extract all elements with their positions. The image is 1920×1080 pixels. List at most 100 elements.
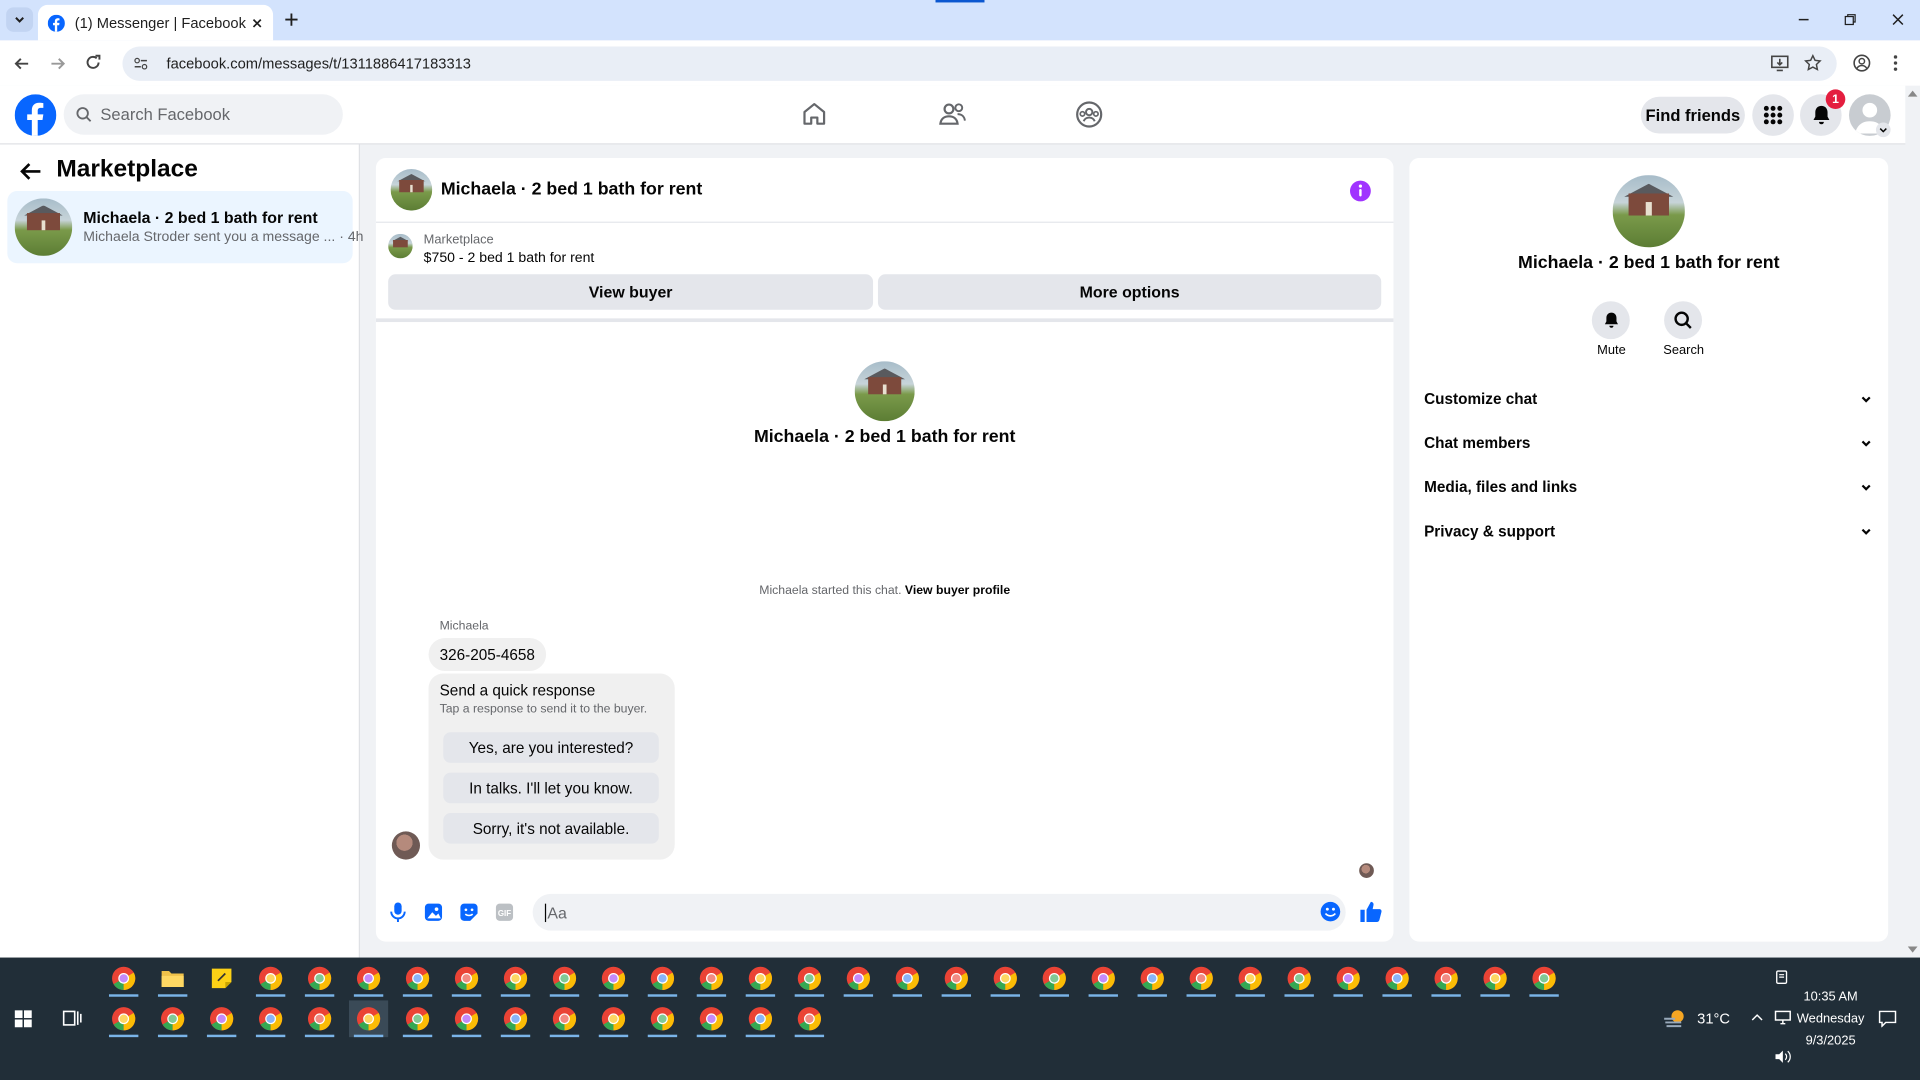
menu-button[interactable]	[1752, 94, 1794, 136]
quick-response-button[interactable]: Yes, are you interested?	[443, 732, 659, 763]
close-window-icon[interactable]	[1892, 13, 1904, 26]
account-dropdown[interactable]	[1875, 122, 1891, 138]
task-view-icon[interactable]	[62, 1009, 82, 1027]
taskbar-app-button[interactable]	[937, 960, 976, 997]
groups-icon[interactable]	[1075, 100, 1103, 128]
taskbar-app-button[interactable]	[496, 960, 535, 997]
taskbar-app-button[interactable]	[251, 1000, 290, 1038]
taskbar-app-button[interactable]	[790, 1000, 829, 1038]
taskbar-app-button[interactable]	[643, 960, 682, 997]
chat-title[interactable]: Michaela · 2 bed 1 bath for rent	[441, 180, 702, 200]
temperature[interactable]: 31°C	[1697, 1010, 1730, 1027]
back-icon[interactable]	[13, 55, 30, 72]
restore-icon[interactable]	[1844, 13, 1856, 26]
taskbar-app-button[interactable]	[986, 960, 1025, 997]
taskbar-app-button[interactable]	[1133, 960, 1172, 997]
taskbar-app-button[interactable]	[545, 960, 584, 997]
search-chat-button[interactable]	[1664, 301, 1703, 340]
clock-day[interactable]: Wednesday	[1795, 1011, 1866, 1026]
chat-members-section[interactable]: Chat members	[1424, 425, 1872, 462]
taskbar-app-button[interactable]	[1476, 960, 1515, 997]
bookmark-star-icon[interactable]	[1804, 53, 1822, 72]
url-field[interactable]: facebook.com/messages/t/1311886417183313	[122, 46, 1837, 81]
taskbar-app-button[interactable]	[447, 960, 486, 997]
conversation-item[interactable]: Michaela · 2 bed 1 bath for rent Michael…	[7, 191, 364, 264]
taskbar-app-button[interactable]	[251, 960, 290, 997]
taskbar-app-button[interactable]	[790, 960, 829, 997]
mute-button[interactable]	[1591, 301, 1630, 340]
taskbar-app-button[interactable]	[1524, 960, 1563, 997]
scroll-up-icon[interactable]	[1907, 89, 1918, 97]
taskbar-app-button[interactable]	[398, 960, 437, 997]
search-facebook-input[interactable]: Search Facebook	[63, 94, 343, 135]
taskbar-app-button[interactable]	[1378, 960, 1417, 997]
file-explorer-button[interactable]	[153, 960, 192, 997]
windows-start-icon[interactable]	[14, 1010, 32, 1028]
reload-icon[interactable]	[84, 54, 101, 71]
more-options-button[interactable]: More options	[877, 274, 1382, 310]
quick-response-button[interactable]: Sorry, it's not available.	[443, 813, 659, 844]
chat-header-avatar[interactable]	[390, 168, 433, 211]
privacy-support-section[interactable]: Privacy & support	[1424, 513, 1872, 550]
page-scrollbar[interactable]	[1905, 85, 1920, 958]
gif-icon[interactable]: GIF	[495, 902, 515, 922]
taskbar-app-button[interactable]	[594, 1000, 633, 1038]
taskbar-app-button[interactable]	[1231, 960, 1270, 997]
taskbar-app-button[interactable]	[692, 1000, 731, 1038]
media-files-links-section[interactable]: Media, files and links	[1424, 469, 1872, 506]
view-buyer-button[interactable]: View buyer	[388, 274, 874, 310]
friends-icon[interactable]	[938, 100, 967, 127]
taskbar-app-button[interactable]	[1084, 960, 1123, 997]
taskbar-app-button[interactable]	[496, 1000, 535, 1038]
sticker-icon[interactable]	[459, 902, 479, 922]
taskbar-app-button[interactable]	[398, 1000, 437, 1038]
taskbar-app-button[interactable]	[545, 1000, 584, 1038]
browser-tab-active[interactable]: (1) Messenger | Facebook	[37, 4, 274, 41]
taskbar-app-button[interactable]	[741, 960, 780, 997]
taskbar-app-button[interactable]	[888, 960, 927, 997]
tab-search-button[interactable]	[6, 7, 34, 32]
message-input[interactable]: Aa	[532, 893, 1346, 931]
taskbar-app-button[interactable]	[104, 1000, 143, 1038]
emoji-icon[interactable]	[1320, 901, 1341, 922]
taskbar-app-button[interactable]	[447, 1000, 486, 1038]
taskbar-app-button[interactable]	[348, 1000, 389, 1038]
site-info-icon[interactable]	[132, 55, 149, 72]
details-avatar[interactable]	[1612, 175, 1685, 248]
taskbar-app-button[interactable]	[692, 960, 731, 997]
listing-text[interactable]: $750 - 2 bed 1 bath for rent	[424, 251, 595, 266]
customize-chat-section[interactable]: Customize chat	[1424, 381, 1872, 418]
close-tab-icon[interactable]	[251, 17, 263, 29]
clock-date[interactable]: 9/3/2025	[1795, 1033, 1866, 1048]
tablet-mode-icon[interactable]	[1774, 970, 1789, 985]
taskbar-app-button[interactable]	[1329, 960, 1368, 997]
taskbar-app-button[interactable]	[104, 960, 143, 997]
network-icon[interactable]	[1774, 1010, 1791, 1025]
show-hidden-icons-icon[interactable]	[1751, 1013, 1763, 1022]
browser-menu-icon[interactable]	[1892, 54, 1899, 72]
taskbar-app-button[interactable]	[300, 960, 339, 997]
taskbar-app-button[interactable]	[1427, 960, 1466, 997]
listing-avatar[interactable]	[388, 233, 413, 259]
notifications-center-icon[interactable]	[1878, 1010, 1897, 1028]
install-app-icon[interactable]	[1771, 54, 1789, 72]
find-friends-button[interactable]: Find friends	[1640, 96, 1745, 134]
forward-icon[interactable]	[49, 55, 66, 72]
taskbar-app-button[interactable]	[643, 1000, 682, 1038]
taskbar-app-button[interactable]	[741, 1000, 780, 1038]
back-arrow-icon[interactable]	[20, 162, 42, 182]
taskbar-app-button[interactable]	[594, 960, 633, 997]
scroll-down-icon[interactable]	[1907, 946, 1918, 954]
facebook-logo-icon[interactable]	[14, 94, 57, 136]
new-tab-icon[interactable]	[284, 12, 299, 27]
quick-response-button[interactable]: In talks. I'll let you know.	[443, 772, 659, 804]
taskbar-app-button[interactable]	[202, 1000, 241, 1038]
microphone-icon[interactable]	[389, 901, 406, 923]
home-icon[interactable]	[801, 100, 828, 127]
taskbar-app-button[interactable]	[839, 960, 878, 997]
taskbar-app-button[interactable]	[153, 1000, 192, 1038]
taskbar-app-button[interactable]	[300, 1000, 339, 1038]
profile-icon[interactable]	[1853, 54, 1871, 72]
like-thumb-icon[interactable]	[1359, 900, 1382, 923]
taskbar-app-button[interactable]	[1035, 960, 1074, 997]
